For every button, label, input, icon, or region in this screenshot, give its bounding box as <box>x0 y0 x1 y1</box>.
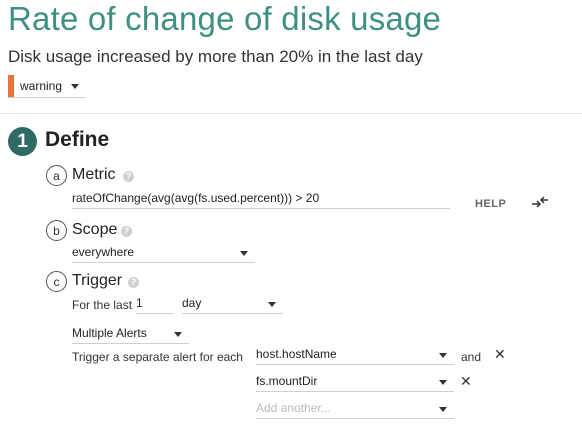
section-letter-a: a <box>46 165 67 186</box>
severity-value: warning <box>20 79 63 93</box>
page-title: Rate of change of disk usage <box>8 0 442 37</box>
remove-segment-2-icon[interactable]: ✕ <box>460 373 472 390</box>
segment-2-value: fs.mountDir <box>256 374 318 388</box>
and-label: and <box>461 350 482 364</box>
metric-help-icon[interactable]: ? <box>123 171 134 182</box>
scope-help-icon[interactable]: ? <box>121 226 132 237</box>
chevron-down-icon <box>439 353 447 358</box>
for-the-last-label: For the last <box>72 298 133 312</box>
segment-1-value: host.hostName <box>256 347 337 361</box>
chevron-down-icon <box>439 407 447 412</box>
trigger-section-title: Trigger <box>72 272 123 289</box>
trigger-help-icon[interactable]: ? <box>128 277 139 288</box>
help-button[interactable]: HELP <box>475 198 506 210</box>
collapse-arrows-icon[interactable] <box>531 195 549 209</box>
page-subtitle: Disk usage increased by more than 20% in… <box>8 47 423 66</box>
metric-section-title: Metric <box>72 166 116 183</box>
section-letter-c: c <box>46 271 67 292</box>
alert-mode-dropdown[interactable]: Multiple Alerts <box>72 326 189 344</box>
chevron-down-icon <box>439 380 447 385</box>
remove-segment-1-icon[interactable]: ✕ <box>494 346 506 363</box>
section-letter-b: b <box>46 220 67 241</box>
step-number-badge: 1 <box>8 127 37 156</box>
chevron-down-icon <box>240 251 248 256</box>
scope-value: everywhere <box>72 245 135 259</box>
duration-input[interactable]: 1 <box>136 296 174 314</box>
scope-section-title: Scope <box>72 221 118 238</box>
metric-query-input[interactable]: rateOfChange(avg(avg(fs.used.percent))) … <box>72 191 450 209</box>
header-divider <box>0 113 582 114</box>
chevron-down-icon <box>174 332 182 337</box>
alert-mode-value: Multiple Alerts <box>72 326 147 340</box>
chevron-down-icon <box>268 302 276 307</box>
segment-dropdown-1[interactable]: host.hostName <box>256 347 454 365</box>
separate-alert-label: Trigger a separate alert for each <box>72 350 243 364</box>
step-title: Define <box>45 128 110 151</box>
duration-unit-value: day <box>182 296 202 310</box>
severity-dropdown[interactable]: warning <box>8 75 86 98</box>
severity-color-bar <box>8 75 14 97</box>
segment-dropdown-2[interactable]: fs.mountDir <box>256 374 454 392</box>
scope-dropdown[interactable]: everywhere <box>72 245 255 263</box>
chevron-down-icon <box>71 84 79 89</box>
duration-unit-dropdown[interactable]: day <box>182 296 283 314</box>
add-segment-dropdown[interactable]: Add another... <box>256 401 454 419</box>
add-segment-placeholder: Add another... <box>256 401 331 415</box>
